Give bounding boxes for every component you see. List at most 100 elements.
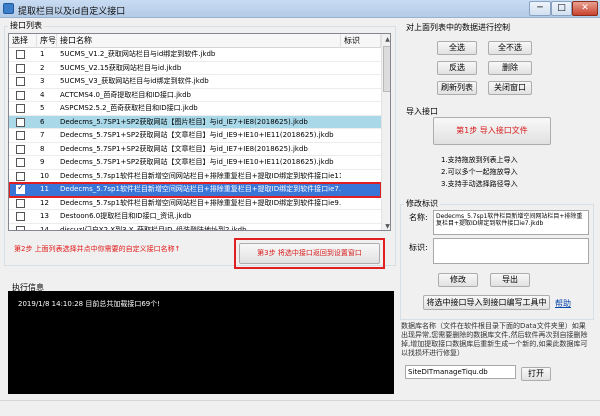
- row-tag: [344, 183, 381, 196]
- row-name: Dedecms_5.7SP1+SP2获取网站【文章栏目】与id_IE9+IE10…: [60, 158, 334, 166]
- table-row[interactable]: 4 ACTCMS4.0_芭奇提取栏目和ID接口.jkdb: [9, 89, 381, 102]
- name-field[interactable]: Dedecms_5.7sp1软件栏目新增空间网站栏目+排除重复栏目+提取ID绑定…: [433, 210, 589, 235]
- row-name: Dedecms_5.7SP1+SP2获取网站【文章栏目】与id_IE9+IE10…: [60, 131, 334, 139]
- row-checkbox[interactable]: [16, 212, 25, 221]
- status-bar: [0, 400, 600, 416]
- table-scrollbar[interactable]: ▲ ▼: [381, 34, 390, 230]
- log-console: 2019/1/8 14:10:28 目前总共加载接口69个!: [8, 291, 394, 394]
- row-name: 5UCMS_V1.2_获取网站栏目与id绑定到软件.jkdb: [60, 50, 216, 58]
- tag-label: 标识:: [409, 243, 428, 252]
- table-row[interactable]: 13 Destoon6.0提取栏目和ID接口_资讯.jkdb: [9, 210, 381, 224]
- row-number: 13: [40, 212, 49, 220]
- table-row[interactable]: 6 Dedecms_5.7SP1+SP2获取网站【图片栏目】与id_IE7+IE8…: [9, 115, 381, 129]
- return-to-settings-button[interactable]: 第3步 将选中接口返回到设置窗口: [239, 243, 380, 264]
- minimize-button[interactable]: ─: [529, 1, 551, 16]
- row-checkbox[interactable]: [16, 104, 25, 113]
- header-name[interactable]: 接口名称: [57, 34, 341, 48]
- close-window-button[interactable]: 关闭窗口: [488, 81, 532, 95]
- table-row[interactable]: 1 5UCMS_V1.2_获取网站栏目与id绑定到软件.jkdb: [9, 48, 381, 62]
- interface-table[interactable]: 选择 序号 接口名称 标识 1 5UCMS_V1.2_获取网站栏目与id绑定到软件…: [8, 33, 391, 231]
- table-header: 选择 序号 接口名称 标识: [9, 34, 381, 48]
- import-label: 导入接口: [404, 106, 440, 117]
- row-number: 8: [40, 144, 45, 153]
- row-tag: [344, 156, 381, 169]
- table-row[interactable]: 9 Dedecms_5.7SP1+SP2获取网站【文章栏目】与id_IE9+IE1…: [9, 156, 381, 170]
- help-link[interactable]: 帮助: [555, 298, 571, 309]
- row-number: 12: [40, 198, 49, 207]
- title-bar: 提取栏目以及id自定义接口 ─ □ ✕: [0, 0, 600, 18]
- row-name: ACTCMS4.0_芭奇提取栏目和ID接口.jkdb: [60, 90, 191, 99]
- row-checkbox[interactable]: [16, 131, 25, 140]
- db-file-field[interactable]: SiteDITmanageTiqu.db: [405, 365, 516, 379]
- row-tag: [344, 224, 381, 231]
- import-file-button[interactable]: 第1步 导入接口文件: [433, 117, 551, 145]
- table-row[interactable]: 10 Dedecms_5.7sp1软件栏目新增空间网站栏目+排除重复栏目+提取ID…: [9, 170, 381, 183]
- modify-button[interactable]: 修改: [438, 273, 478, 287]
- row-checkbox[interactable]: [16, 183, 25, 194]
- header-no[interactable]: 序号: [37, 34, 57, 48]
- table-row[interactable]: 2 5UCMS_V2.15获取网站栏目与id.jkdb: [9, 62, 381, 75]
- row-checkbox[interactable]: [16, 117, 25, 127]
- table-row[interactable]: 7 Dedecms_5.7SP1+SP2获取网站【文章栏目】与id_IE9+IE1…: [9, 129, 381, 143]
- row-tag: [344, 75, 381, 88]
- delete-button[interactable]: 删除: [488, 61, 532, 75]
- select-all-button[interactable]: 全选: [437, 41, 477, 55]
- row-checkbox[interactable]: [16, 198, 25, 208]
- scroll-up-icon[interactable]: ▲: [382, 34, 390, 45]
- close-button[interactable]: ✕: [572, 1, 598, 16]
- row-name: Dedecms_5.7sp1软件栏目新增空间网站栏目+排除重复栏目+提取ID绑定…: [60, 198, 341, 207]
- row-name: Dedecms_5.7SP1+SP2获取网站【文章栏目】与id_IE7+IE8(…: [60, 144, 308, 153]
- scroll-thumb[interactable]: [383, 46, 390, 92]
- row-checkbox[interactable]: [16, 158, 25, 167]
- row-number: 10: [40, 171, 49, 180]
- import-instructions: 1.支持拖放到列表上导入 2.可以多个一起拖放导入 3.支持手动选择路径导入: [441, 154, 518, 190]
- row-tag: [344, 89, 381, 102]
- table-row[interactable]: 3 5UCMS_V3_获取网站栏目与id绑定到软件.jkdb: [9, 75, 381, 89]
- row-number: 4: [40, 90, 45, 99]
- table-row[interactable]: 11 Dedecms_5.7sp1软件栏目新增空间网站栏目+排除重复栏目+提取ID…: [9, 182, 382, 198]
- header-tag[interactable]: 标识: [341, 34, 381, 48]
- row-name: Dedecms_5.7SP1+SP2获取网站【图片栏目】与id_IE7+IE8(…: [60, 117, 308, 126]
- tag-field[interactable]: [433, 238, 589, 264]
- row-number: 2: [40, 63, 45, 72]
- row-tag: [344, 197, 381, 210]
- maximize-button[interactable]: □: [551, 1, 572, 16]
- refresh-list-button[interactable]: 刷新列表: [437, 81, 477, 95]
- edit-label: 修改标识: [404, 198, 440, 209]
- select-none-button[interactable]: 全不选: [488, 41, 532, 55]
- log-line: 2019/1/8 14:10:28 目前总共加载接口69个!: [18, 300, 161, 308]
- import-to-tool-button[interactable]: 将选中接口导入到接口编写工具中: [423, 295, 550, 310]
- row-tag: [344, 129, 381, 142]
- row-name: Dedecms_5.7sp1软件栏目新增空间网站栏目+排除重复栏目+提取ID绑定…: [60, 185, 341, 193]
- scroll-down-icon[interactable]: ▼: [382, 221, 390, 230]
- export-button[interactable]: 导出: [490, 273, 530, 287]
- table-row[interactable]: 5 ASPCMS2.5.2_芭奇获取栏目和ID接口.jkdb: [9, 102, 381, 116]
- row-checkbox[interactable]: [16, 144, 25, 154]
- invert-selection-button[interactable]: 反选: [437, 61, 477, 75]
- table-row[interactable]: 14 discuz!门户X2.X到3.X_获取栏目ID_组装登陆地址到2.jkdb: [9, 224, 381, 231]
- row-number: 14: [40, 225, 49, 231]
- open-db-button[interactable]: 打开: [521, 367, 551, 381]
- row-tag: [344, 170, 381, 183]
- row-tag: [344, 102, 381, 115]
- table-row[interactable]: 12 Dedecms_5.7sp1软件栏目新增空间网站栏目+排除重复栏目+提取ID…: [9, 197, 381, 210]
- row-checkbox[interactable]: [16, 77, 25, 86]
- row-checkbox[interactable]: [16, 63, 25, 73]
- row-checkbox[interactable]: [16, 171, 25, 181]
- row-name: discuz!门户X2.X到3.X_获取栏目ID_组装登陆地址到2.jkdb: [60, 225, 247, 231]
- row-number: 5: [40, 104, 45, 112]
- row-checkbox[interactable]: [16, 90, 25, 100]
- row-number: 6: [40, 117, 45, 126]
- row-name: 5UCMS_V2.15获取网站栏目与id.jkdb: [60, 63, 182, 72]
- row-number: 11: [40, 185, 49, 193]
- row-checkbox[interactable]: [16, 225, 25, 230]
- row-name: ASPCMS2.5.2_芭奇获取栏目和ID接口.jkdb: [60, 104, 198, 112]
- row-tag: [344, 62, 381, 75]
- row-tag: [344, 116, 381, 129]
- control-label: 对上面列表中的数据进行控制: [404, 22, 512, 33]
- header-select[interactable]: 选择: [9, 34, 37, 48]
- row-checkbox[interactable]: [16, 50, 25, 59]
- table-row[interactable]: 8 Dedecms_5.7SP1+SP2获取网站【文章栏目】与id_IE7+IE8…: [9, 143, 381, 156]
- instruction-3: 3.支持手动选择路径导入: [441, 180, 518, 188]
- db-description: 数据库名称（文件在软件根目录下面的Data文件夹里）如果出现异常,您需要删除的数…: [401, 322, 588, 357]
